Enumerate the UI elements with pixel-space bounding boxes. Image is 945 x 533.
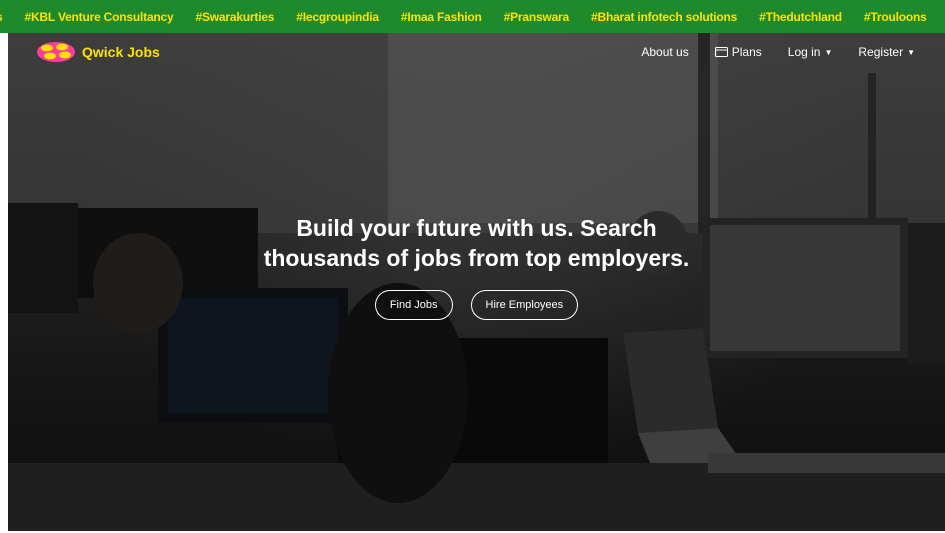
nav-links: About us Plans Log in ▼ Register ▼ [615,45,915,59]
ticker-item[interactable]: #Pranswara [504,10,570,24]
hero-headline-line-1: Build your future with us. Search [296,215,657,241]
ticker-item[interactable]: #Trouloons [864,10,927,24]
page: s #KBL Venture Consultancy #Swarakurties… [0,0,945,533]
card-icon [714,47,728,57]
ticker-item[interactable]: #Thedutchland [759,10,842,24]
ticker-item[interactable]: #KBL Venture Consultancy [24,10,173,24]
top-navbar: Qwick Jobs About us Plans Log in ▼ Regis… [8,33,945,73]
ticker-item[interactable]: s [0,10,3,24]
ticker-item[interactable]: #Swarakurties [196,10,275,24]
hero-background-image [8,33,945,531]
nav-about-us[interactable]: About us [641,45,688,59]
brand-name: Qwick Jobs [82,44,160,60]
caret-down-icon: ▼ [824,47,833,57]
find-jobs-button[interactable]: Find Jobs [374,290,453,320]
nav-login-label: Log in [787,45,821,59]
ticker-item[interactable]: #Bharat infotech solutions [591,10,737,24]
nav-plans[interactable]: Plans [714,45,762,59]
ticker-bar: s #KBL Venture Consultancy #Swarakurties… [0,0,945,33]
nav-about-us-label: About us [641,45,689,59]
caret-down-icon: ▼ [907,47,915,57]
hero-buttons: Find Jobs Hire Employees [8,290,945,320]
nav-register-label: Register [858,45,904,59]
hire-employees-button[interactable]: Hire Employees [470,290,579,320]
qwick-jobs-logo-icon [37,42,75,62]
hero-headline-line-2: thousands of jobs from top employers. [263,245,690,271]
ticker-item[interactable]: #Iecgroupindia [296,10,379,24]
brand-link[interactable]: Qwick Jobs [36,41,160,63]
nav-register-dropdown[interactable]: Register ▼ [858,45,915,59]
ticker-item[interactable]: #Imaa Fashion [401,10,482,24]
hero-dark-overlay [8,33,945,531]
hero-headline: Build your future with us. Search thousa… [8,213,945,273]
nav-login-dropdown[interactable]: Log in ▼ [788,45,833,59]
nav-plans-label: Plans [731,45,762,59]
